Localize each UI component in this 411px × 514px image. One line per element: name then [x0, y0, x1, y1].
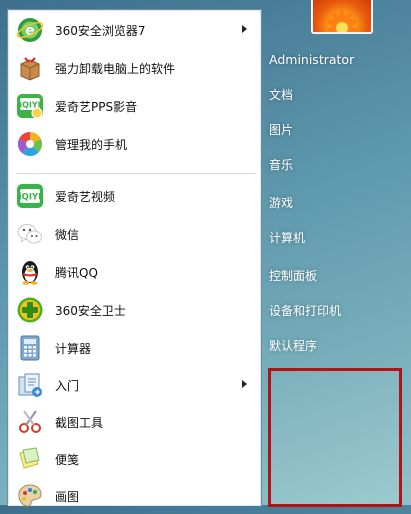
- iqiyi-pps-icon: iQIYI: [15, 91, 45, 121]
- menu-separator: [16, 173, 256, 175]
- program-label: 管理我的手机: [55, 137, 128, 152]
- program-item-paint[interactable]: 画图: [11, 478, 257, 514]
- start-menu: e 360安全浏览器7 强力卸载电脑上的软件 iQIYI 爱奇艺PPS影音 管理…: [0, 0, 411, 507]
- submenu-arrow-icon: [242, 380, 247, 388]
- program-item-360-guard[interactable]: 360安全卫士: [11, 292, 257, 328]
- program-item-uninstall[interactable]: 强力卸载电脑上的软件: [11, 50, 257, 86]
- program-item-calculator[interactable]: 计算器: [11, 330, 257, 366]
- program-item-iqiyi-video[interactable]: iQIYI 爱奇艺视频: [11, 178, 257, 214]
- sticky-notes-icon: [15, 444, 45, 474]
- paint-palette-icon: [15, 481, 45, 511]
- documents-link[interactable]: 文档: [269, 81, 293, 109]
- program-item-360-browser[interactable]: e 360安全浏览器7: [11, 12, 257, 48]
- highlight-box: [268, 368, 402, 507]
- devices-printers-link[interactable]: 设备和打印机: [269, 297, 341, 325]
- pictures-link[interactable]: 图片: [269, 116, 293, 144]
- music-link[interactable]: 音乐: [269, 151, 293, 179]
- phone-manager-icon: [15, 129, 45, 159]
- program-item-snipping-tool[interactable]: 截图工具: [11, 404, 257, 440]
- control-panel-link[interactable]: 控制面板: [269, 262, 317, 290]
- svg-text:iQIYI: iQIYI: [19, 193, 42, 203]
- program-item-iqiyi-pps[interactable]: iQIYI 爱奇艺PPS影音: [11, 88, 257, 124]
- qq-penguin-icon: [15, 257, 45, 287]
- user-picture[interactable]: [311, 0, 373, 34]
- games-link[interactable]: 游戏: [269, 189, 293, 217]
- submenu-arrow-icon: [242, 25, 247, 33]
- default-programs-link[interactable]: 默认程序: [269, 332, 317, 360]
- program-label: 画图: [55, 489, 80, 504]
- uninstall-box-icon: [15, 53, 45, 83]
- program-item-tencent-qq[interactable]: 腾讯QQ: [11, 254, 257, 290]
- ie-browser-icon: e: [15, 15, 45, 45]
- program-label: 入门: [55, 378, 80, 393]
- program-label: 强力卸载电脑上的软件: [55, 61, 176, 76]
- program-label: 便笺: [55, 452, 80, 467]
- program-label: 计算器: [55, 341, 92, 356]
- snipping-tool-icon: [15, 407, 45, 437]
- program-label: 腾讯QQ: [55, 265, 98, 280]
- program-item-manage-phone[interactable]: 管理我的手机: [11, 126, 257, 162]
- places-pane: Administrator 文档 图片 音乐 游戏 计算机 控制面板 设备和打印…: [262, 0, 411, 507]
- getting-started-icon: [15, 370, 45, 400]
- program-item-sticky-notes[interactable]: 便笺: [11, 441, 257, 477]
- program-label: 微信: [55, 227, 80, 242]
- user-name-link[interactable]: Administrator: [269, 46, 354, 74]
- calculator-icon: [15, 333, 45, 363]
- wechat-icon: [15, 219, 45, 249]
- program-label: 爱奇艺PPS影音: [55, 99, 138, 114]
- program-label: 360安全卫士: [55, 303, 126, 318]
- program-label: 截图工具: [55, 415, 104, 430]
- program-label: 爱奇艺视频: [55, 189, 116, 204]
- computer-link[interactable]: 计算机: [269, 224, 305, 252]
- program-item-getting-started[interactable]: 入门: [11, 367, 257, 403]
- 360-guard-icon: [15, 295, 45, 325]
- flower-picture-icon: [326, 10, 358, 32]
- iqiyi-icon: iQIYI: [15, 181, 45, 211]
- program-label: 360安全浏览器7: [55, 23, 146, 38]
- programs-pane: e 360安全浏览器7 强力卸载电脑上的软件 iQIYI 爱奇艺PPS影音 管理…: [7, 9, 262, 507]
- program-item-wechat[interactable]: 微信: [11, 216, 257, 252]
